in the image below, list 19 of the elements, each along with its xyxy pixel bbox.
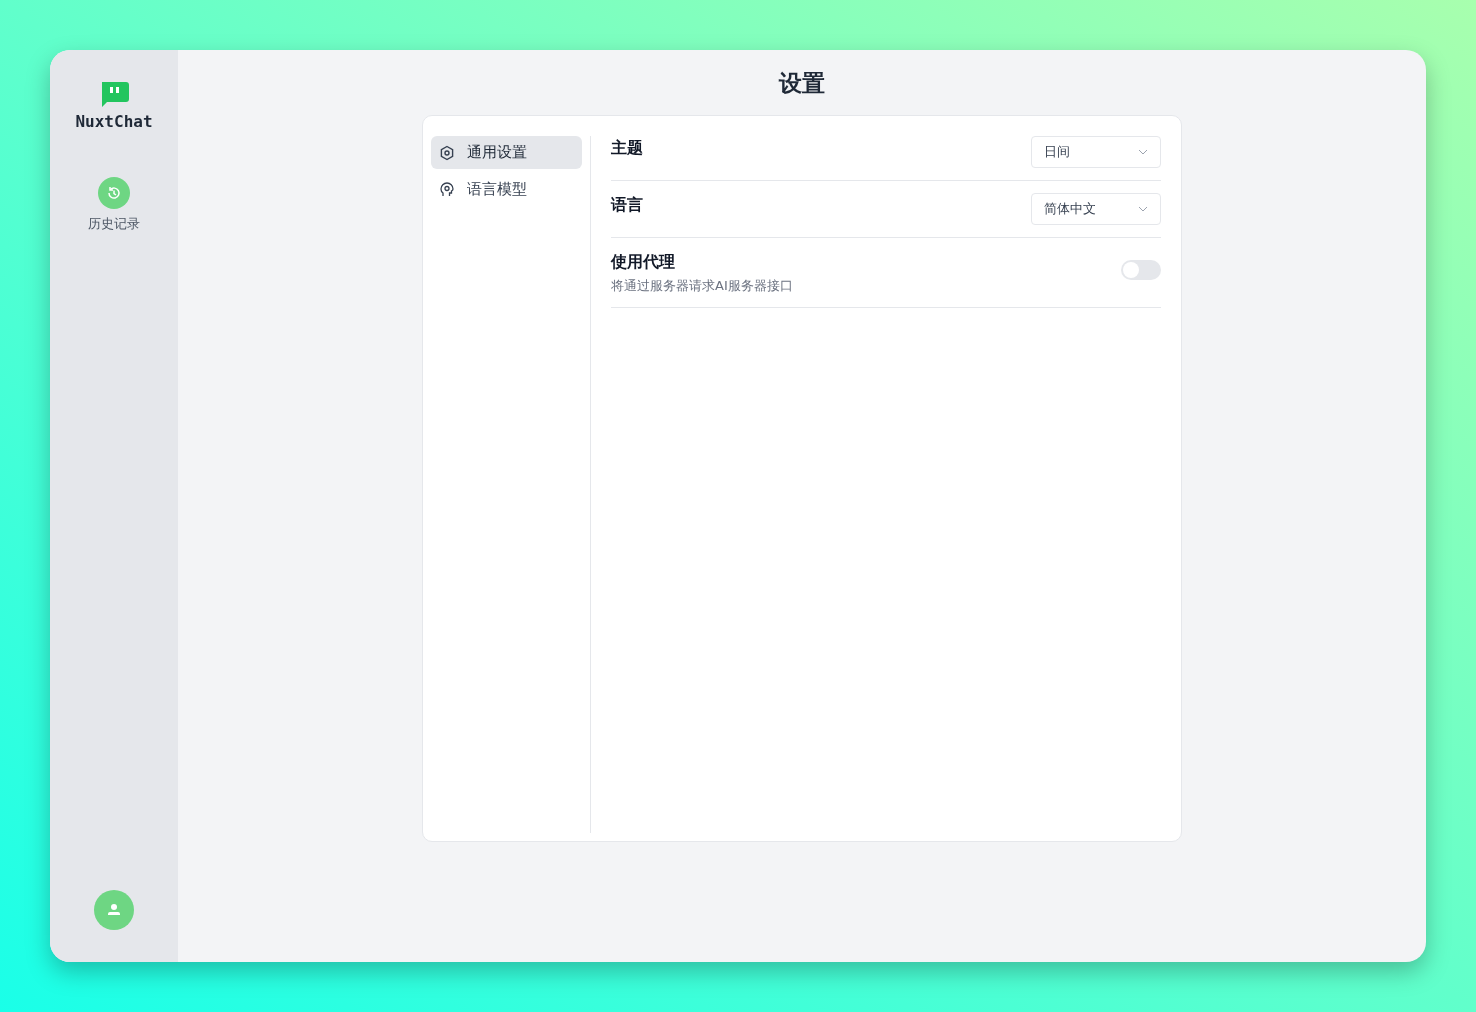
chevron-down-icon: [1138, 206, 1148, 212]
setting-description: 将通过服务器请求AI服务器接口: [611, 277, 793, 295]
history-icon: [98, 177, 130, 209]
history-nav-item[interactable]: 历史记录: [88, 177, 140, 233]
app-logo: NuxtChat: [75, 112, 153, 131]
page-title: 设置: [779, 69, 825, 98]
head-icon: [439, 181, 455, 198]
avatar-icon[interactable]: [94, 890, 134, 930]
setting-label: 使用代理: [611, 252, 676, 273]
setting-label: 语言: [611, 195, 643, 216]
select-dropdown[interactable]: 简体中文: [1031, 193, 1161, 225]
settings-tab[interactable]: 语言模型: [431, 173, 582, 206]
select-dropdown[interactable]: 日间: [1031, 136, 1161, 168]
setting-label: 主题: [611, 138, 643, 159]
toggle-switch[interactable]: [1121, 260, 1161, 280]
chat-bubble-icon: [99, 82, 129, 108]
chevron-down-icon: [1138, 149, 1148, 155]
settings-icon: [439, 144, 455, 161]
settings-tab[interactable]: 通用设置: [431, 136, 582, 169]
